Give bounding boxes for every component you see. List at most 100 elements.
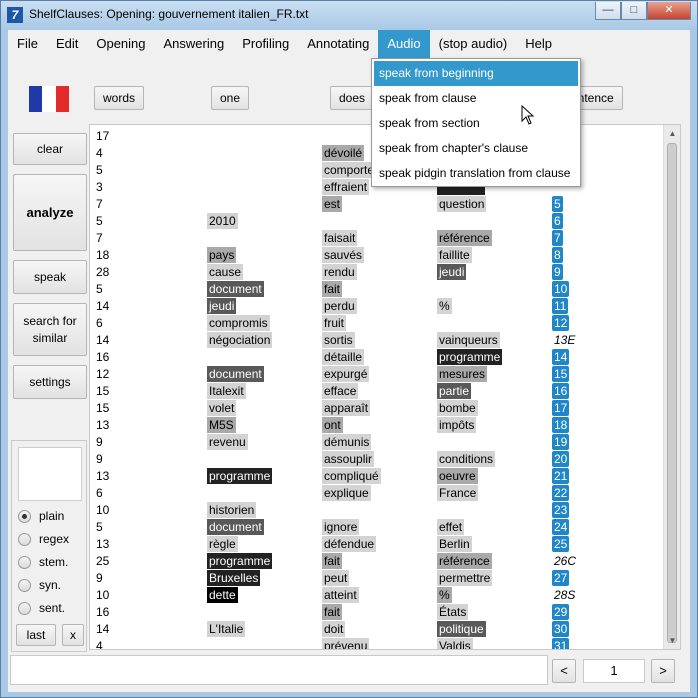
close-button[interactable]: ✕ xyxy=(647,2,691,20)
clause-index-badge[interactable]: 7 xyxy=(552,230,563,246)
row-word[interactable]: programme xyxy=(437,349,503,365)
row-word[interactable]: effet xyxy=(437,519,465,535)
clause-index-badge[interactable]: 25 xyxy=(552,536,570,552)
row-word[interactable]: M5S xyxy=(207,417,236,433)
analyze-button[interactable]: analyze xyxy=(13,174,87,251)
clause-index-badge[interactable]: 28S xyxy=(552,587,577,603)
row-word[interactable]: États xyxy=(437,604,469,620)
row-word[interactable]: démunis xyxy=(322,434,372,450)
clause-index-badge[interactable]: 10 xyxy=(552,281,570,297)
clause-index-badge[interactable]: 11 xyxy=(552,298,569,314)
row-word[interactable]: référence xyxy=(437,230,492,246)
table-row[interactable]: 9 revenu démunis 19 xyxy=(90,434,660,451)
clause-index-badge[interactable]: 8 xyxy=(552,247,563,263)
title-bar[interactable]: 7 ShelfClauses: Opening: gouvernement it… xyxy=(1,1,697,29)
row-word[interactable]: politique xyxy=(437,621,486,637)
speak-button[interactable]: speak xyxy=(13,260,87,294)
table-row[interactable]: 7 faisait référence 7 xyxy=(90,230,660,247)
table-row[interactable]: 16 détaille programme 14 xyxy=(90,349,660,366)
table-row[interactable]: 5 2010 6 xyxy=(90,213,660,230)
table-row[interactable]: 16 fait États 29 xyxy=(90,604,660,621)
menu-annotating[interactable]: Annotating xyxy=(298,30,378,58)
row-word[interactable]: détaille xyxy=(322,349,365,365)
row-word[interactable]: document xyxy=(207,519,264,535)
clause-index-badge[interactable]: 19 xyxy=(552,434,570,450)
row-word[interactable]: compliqué xyxy=(322,468,381,484)
table-row[interactable]: 9 assouplir conditions 20 xyxy=(90,451,660,468)
clear-button[interactable]: clear xyxy=(13,133,87,165)
clause-index-badge[interactable]: 23 xyxy=(552,502,570,518)
minimize-button[interactable]: — xyxy=(595,2,621,20)
maximize-button[interactable]: □ xyxy=(621,2,647,20)
row-word[interactable]: Berlin xyxy=(437,536,472,552)
table-row[interactable]: 5 document ignore effet 24 xyxy=(90,519,660,536)
row-word[interactable]: fait xyxy=(322,553,343,569)
clear-x-button[interactable]: x xyxy=(62,624,84,646)
row-word[interactable]: revenu xyxy=(207,434,248,450)
row-word[interactable]: comporte xyxy=(322,162,377,178)
next-page-button[interactable]: > xyxy=(651,659,675,683)
table-row[interactable]: 6 compromis fruit 12 xyxy=(90,315,660,332)
menu-edit[interactable]: Edit xyxy=(47,30,87,58)
row-word[interactable]: fait xyxy=(322,604,343,620)
row-word[interactable]: effraient xyxy=(322,179,370,195)
clause-index-badge[interactable]: 18 xyxy=(552,417,570,433)
table-row[interactable]: 6 explique France 22 xyxy=(90,485,660,502)
row-word[interactable]: impôts xyxy=(437,417,477,433)
row-word[interactable]: Bruxelles xyxy=(207,570,261,586)
row-word[interactable]: jeudi xyxy=(437,264,467,280)
row-word[interactable]: Valdis xyxy=(437,638,473,649)
row-word[interactable]: % xyxy=(437,298,452,314)
table-row[interactable]: 13 règle défendue Berlin 25 xyxy=(90,536,660,553)
table-row[interactable]: 28 cause rendu jeudi 9 xyxy=(90,264,660,281)
row-word[interactable]: programme xyxy=(207,553,273,569)
clause-index-badge[interactable]: 13E xyxy=(552,332,577,348)
audio-menu-item-4[interactable]: speak from chapter's clause xyxy=(374,136,578,161)
row-word[interactable]: doit xyxy=(322,621,346,637)
row-word[interactable]: jeudi xyxy=(207,298,237,314)
radio-regex[interactable]: regex xyxy=(18,532,69,546)
row-word[interactable]: volet xyxy=(207,400,237,416)
radio-syn[interactable]: syn. xyxy=(18,578,61,592)
table-row[interactable]: 13 programme compliqué oeuvre 21 xyxy=(90,468,660,485)
table-row[interactable]: 4 prévenu Valdis 31 xyxy=(90,638,660,649)
row-word[interactable]: historien xyxy=(207,502,257,518)
table-row[interactable]: 13 M5S ont impôts 18 xyxy=(90,417,660,434)
row-word[interactable]: programme xyxy=(207,468,273,484)
table-row[interactable]: 15 Italexit efface partie 16 xyxy=(90,383,660,400)
row-word[interactable]: dévoilé xyxy=(322,145,365,161)
table-row[interactable]: 7 est question 5 xyxy=(90,196,660,213)
page-number-input[interactable]: 1 xyxy=(583,659,645,683)
row-word[interactable]: efface xyxy=(322,383,359,399)
row-word[interactable]: cause xyxy=(207,264,244,280)
row-word[interactable]: assouplir xyxy=(322,451,375,467)
row-word[interactable]: ont xyxy=(322,417,343,433)
one-button[interactable]: one xyxy=(211,86,250,110)
prev-page-button[interactable]: < xyxy=(552,659,576,683)
row-word[interactable]: ignore xyxy=(322,519,360,535)
menu-audio[interactable]: Audio xyxy=(378,30,430,58)
row-word[interactable]: Italexit xyxy=(207,383,246,399)
row-word[interactable]: fait xyxy=(322,281,343,297)
clause-index-badge[interactable]: 6 xyxy=(552,213,563,229)
row-word[interactable]: défendue xyxy=(322,536,377,552)
row-word[interactable]: prévenu xyxy=(322,638,370,649)
row-word[interactable]: conditions xyxy=(437,451,496,467)
table-row[interactable]: 14 jeudi perdu% 11 xyxy=(90,298,660,315)
clause-index-badge[interactable]: 26C xyxy=(552,553,578,569)
row-word[interactable]: partie xyxy=(437,383,472,399)
clause-index-badge[interactable]: 22 xyxy=(552,485,570,501)
row-word[interactable]: vainqueurs xyxy=(437,332,500,348)
table-row[interactable]: 15 volet apparaît bombe 17 xyxy=(90,400,660,417)
clause-index-badge[interactable]: 9 xyxy=(552,264,563,280)
clause-index-badge[interactable]: 29 xyxy=(552,604,570,620)
row-word[interactable]: mesures xyxy=(437,366,488,382)
row-word[interactable]: négociation xyxy=(207,332,273,348)
radio-stem[interactable]: stem. xyxy=(18,555,68,569)
row-word[interactable]: explique xyxy=(322,485,371,501)
row-word[interactable]: rendu xyxy=(322,264,357,280)
row-word[interactable]: question xyxy=(437,196,487,212)
row-word[interactable]: apparaît xyxy=(322,400,371,416)
row-word[interactable]: référence xyxy=(437,553,492,569)
row-word[interactable]: faillite xyxy=(437,247,472,263)
